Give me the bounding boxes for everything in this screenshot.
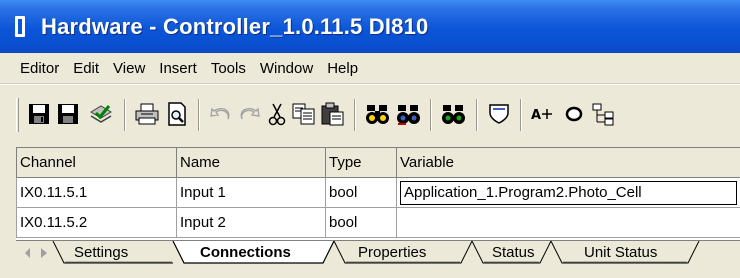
table-row[interactable]: IX0.11.5.1 Input 1 bool Application_1.Pr…: [16, 177, 740, 208]
column-header-type[interactable]: Type: [325, 147, 397, 178]
title-bar[interactable]: Hardware - Controller_1.0.11.5 DI810: [0, 0, 740, 53]
print-preview-icon[interactable]: [164, 101, 190, 127]
tab-properties[interactable]: Properties: [358, 244, 426, 261]
find-replace-icon[interactable]: [395, 101, 423, 127]
toolbar-separator: [198, 99, 200, 131]
toolbar-separator: [476, 99, 478, 131]
tab-settings[interactable]: Settings: [74, 244, 128, 261]
name-cell[interactable]: Input 1: [176, 177, 326, 208]
tab-unit-status[interactable]: Unit Status: [584, 244, 657, 261]
column-header-name[interactable]: Name: [176, 147, 326, 178]
grid-header-row: Channel Name Type Variable: [16, 147, 740, 178]
toolbar-separator: [124, 99, 126, 131]
menu-help[interactable]: Help: [327, 60, 358, 77]
column-header-variable[interactable]: Variable: [396, 147, 740, 178]
find-in-project-icon[interactable]: [440, 101, 468, 127]
connections-grid: Channel Name Type Variable IX0.11.5.1 In…: [16, 147, 740, 241]
toolbar-separator: [430, 99, 432, 131]
shield-icon[interactable]: [486, 101, 512, 127]
svg-text:A: A: [531, 108, 541, 123]
channel-cell[interactable]: IX0.11.5.2: [16, 207, 177, 238]
copy-icon[interactable]: [291, 101, 317, 127]
print-icon[interactable]: [134, 101, 160, 127]
toolbar: A: [0, 84, 740, 146]
tab-connections[interactable]: Connections: [200, 244, 291, 261]
variable-edit-field[interactable]: Application_1.Program2.Photo_Cell: [400, 180, 737, 205]
window-title: Hardware - Controller_1.0.11.5 DI810: [41, 13, 429, 39]
menu-window[interactable]: Window: [260, 60, 313, 77]
menu-view[interactable]: View: [113, 60, 145, 77]
menu-bar: Editor Edit View Insert Tools Window Hel…: [0, 53, 740, 84]
toolbar-separator: [520, 99, 522, 131]
hardware-app-icon[interactable]: [14, 15, 28, 39]
find-icon[interactable]: [364, 101, 392, 127]
toolbar-grip[interactable]: [16, 98, 19, 132]
variable-cell[interactable]: [396, 207, 740, 238]
menu-tools[interactable]: Tools: [211, 60, 246, 77]
table-row[interactable]: IX0.11.5.2 Input 2 bool: [16, 207, 740, 238]
toolbar-separator: [354, 99, 356, 131]
undo-icon[interactable]: [208, 101, 234, 127]
variable-cell[interactable]: Application_1.Program2.Photo_Cell: [396, 177, 740, 208]
channel-cell[interactable]: IX0.11.5.1: [16, 177, 177, 208]
circle-icon[interactable]: [562, 101, 586, 127]
save-all-icon[interactable]: [55, 101, 81, 127]
tab-status[interactable]: Status: [492, 244, 535, 261]
type-cell[interactable]: bool: [325, 177, 397, 208]
redo-icon[interactable]: [236, 101, 262, 127]
menu-editor[interactable]: Editor: [20, 60, 59, 77]
column-header-channel[interactable]: Channel: [16, 147, 177, 178]
save-icon[interactable]: [26, 101, 52, 127]
cut-icon[interactable]: [265, 101, 289, 127]
text-size-icon[interactable]: A: [528, 101, 558, 127]
paste-icon[interactable]: [320, 101, 346, 127]
menu-edit[interactable]: Edit: [73, 60, 99, 77]
menu-insert[interactable]: Insert: [159, 60, 197, 77]
check-icon[interactable]: [86, 101, 116, 127]
tree-icon[interactable]: [590, 101, 620, 127]
tab-strip: Settings Connections Properties Status U…: [16, 240, 740, 266]
type-cell[interactable]: bool: [325, 207, 397, 238]
name-cell[interactable]: Input 2: [176, 207, 326, 238]
